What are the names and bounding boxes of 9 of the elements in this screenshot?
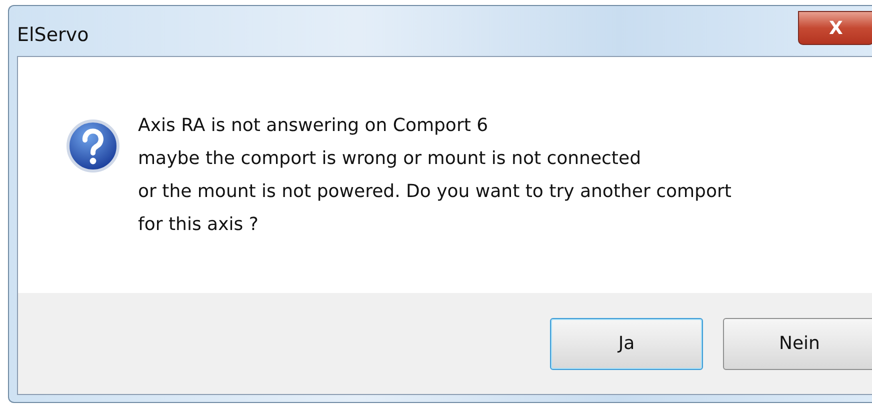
message-text: or the mount is not powered. Do you want to try another comport [138, 180, 732, 204]
no-button[interactable]: Nein [723, 318, 872, 370]
question-icon [66, 119, 120, 173]
message-text: maybe the comport is wrong or mount is not connected [138, 147, 642, 171]
window-title: ElServo [17, 24, 89, 46]
yes-button[interactable]: Ja [550, 318, 703, 370]
message-text: for this axis ? [138, 213, 260, 237]
close-button[interactable]: X [798, 11, 872, 45]
message-text: Axis RA is not answering on Comport 6 [138, 114, 490, 138]
